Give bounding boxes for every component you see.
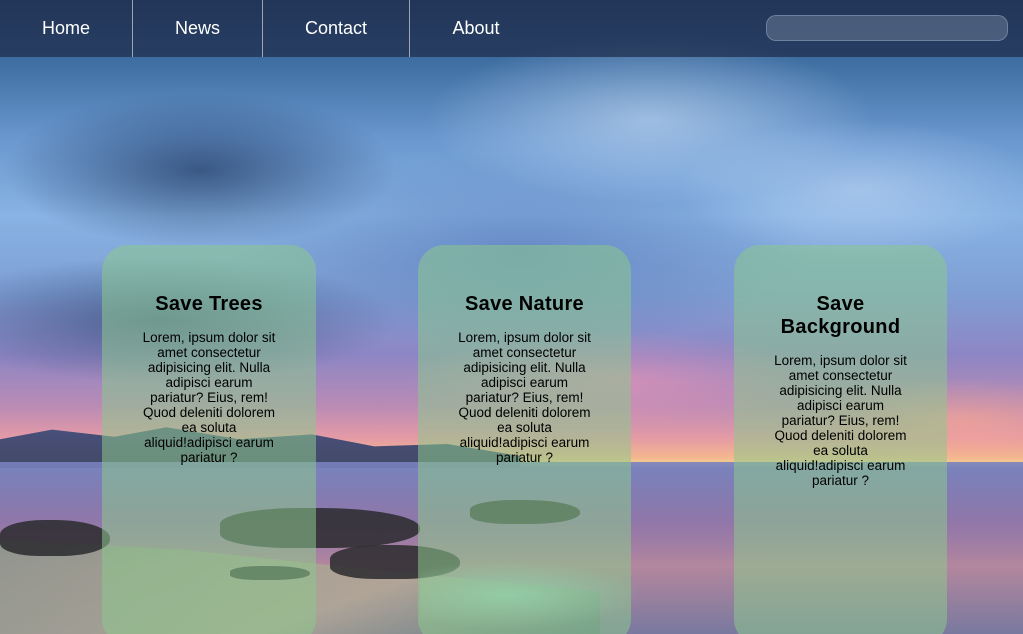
nav-news[interactable]: News <box>133 0 263 57</box>
card-text: Lorem, ipsum dolor sit amet consectetur … <box>458 330 591 465</box>
nav-contact[interactable]: Contact <box>263 0 410 57</box>
card-text: Lorem, ipsum dolor sit amet consectetur … <box>774 353 907 488</box>
search-input[interactable] <box>766 15 1008 41</box>
card-save-trees: Save Trees Lorem, ipsum dolor sit amet c… <box>102 245 316 634</box>
card-text: Lorem, ipsum dolor sit amet consectetur … <box>142 330 276 465</box>
rock <box>0 520 110 556</box>
nav-about[interactable]: About <box>410 0 542 57</box>
card-save-background: Save Background Lorem, ipsum dolor sit a… <box>734 245 947 634</box>
card-title: Save Trees <box>155 293 263 315</box>
card-title: Save Background <box>780 293 901 338</box>
nav-home[interactable]: Home <box>0 0 133 57</box>
background-photo: Home News Contact About Save Trees Lorem… <box>0 0 1023 634</box>
card-save-nature: Save Nature Lorem, ipsum dolor sit amet … <box>418 245 631 634</box>
top-navbar: Home News Contact About <box>0 0 1023 57</box>
card-title: Save Nature <box>465 293 584 315</box>
